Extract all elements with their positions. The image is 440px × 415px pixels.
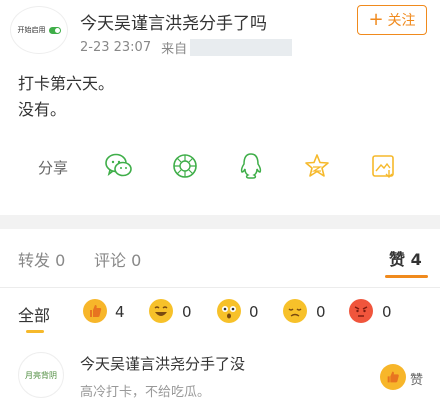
- comment-avatar[interactable]: 月亮背阴: [18, 352, 64, 398]
- reaction-count: 0: [182, 303, 192, 321]
- toggle-icon: [48, 26, 61, 34]
- tab-like[interactable]: 赞 4: [389, 246, 422, 270]
- username[interactable]: 今天吴谨言洪尧分手了吗: [80, 9, 267, 34]
- post-meta: 2-23 23:07 来自: [80, 38, 293, 57]
- follow-label: 关注: [387, 13, 416, 29]
- reaction-count: 0: [382, 303, 392, 321]
- filter-all[interactable]: 全部: [18, 302, 50, 326]
- reaction-count: 0: [316, 303, 326, 321]
- share-label: 分享: [38, 159, 69, 177]
- divider: [0, 287, 440, 288]
- follow-button[interactable]: + 关注: [357, 5, 427, 35]
- comment-avatar-text: 月亮背阴: [25, 370, 57, 380]
- qzone-icon[interactable]: [301, 150, 333, 182]
- angry-emoji[interactable]: [349, 299, 373, 323]
- laugh-emoji[interactable]: [149, 299, 173, 323]
- avatar-text: 开始启用: [17, 26, 46, 34]
- section-divider: [0, 215, 440, 229]
- source-redacted: [190, 39, 293, 56]
- reaction-count: 0: [249, 303, 259, 321]
- reaction-count: 4: [115, 303, 125, 321]
- qq-icon[interactable]: [235, 150, 267, 182]
- wechat-icon[interactable]: [103, 150, 135, 182]
- thumbs-up-icon[interactable]: [380, 364, 406, 390]
- post-line: 没有。: [18, 100, 67, 119]
- tab-comment[interactable]: 评论 0: [94, 247, 141, 271]
- comment-bio: 高冷打卡，不给吃瓜。: [80, 385, 211, 400]
- thumbs-up-emoji[interactable]: [83, 299, 107, 323]
- plus-icon: +: [368, 9, 384, 30]
- moments-icon[interactable]: [169, 150, 201, 182]
- comment-username[interactable]: 今天吴谨言洪尧分手了没: [80, 353, 245, 374]
- post-line: 打卡第六天。: [18, 74, 115, 93]
- like-label: 赞: [410, 373, 424, 388]
- avatar[interactable]: 开始启用: [10, 6, 68, 54]
- tab-repost[interactable]: 转发 0: [18, 247, 65, 271]
- active-tab-indicator: [385, 275, 428, 278]
- sad-emoji[interactable]: [283, 299, 307, 323]
- save-image-icon[interactable]: [367, 150, 399, 182]
- timestamp: 2-23 23:07: [80, 40, 152, 55]
- source-label: 来自: [161, 42, 188, 57]
- filter-indicator: [26, 330, 44, 333]
- surprised-emoji[interactable]: [217, 299, 241, 323]
